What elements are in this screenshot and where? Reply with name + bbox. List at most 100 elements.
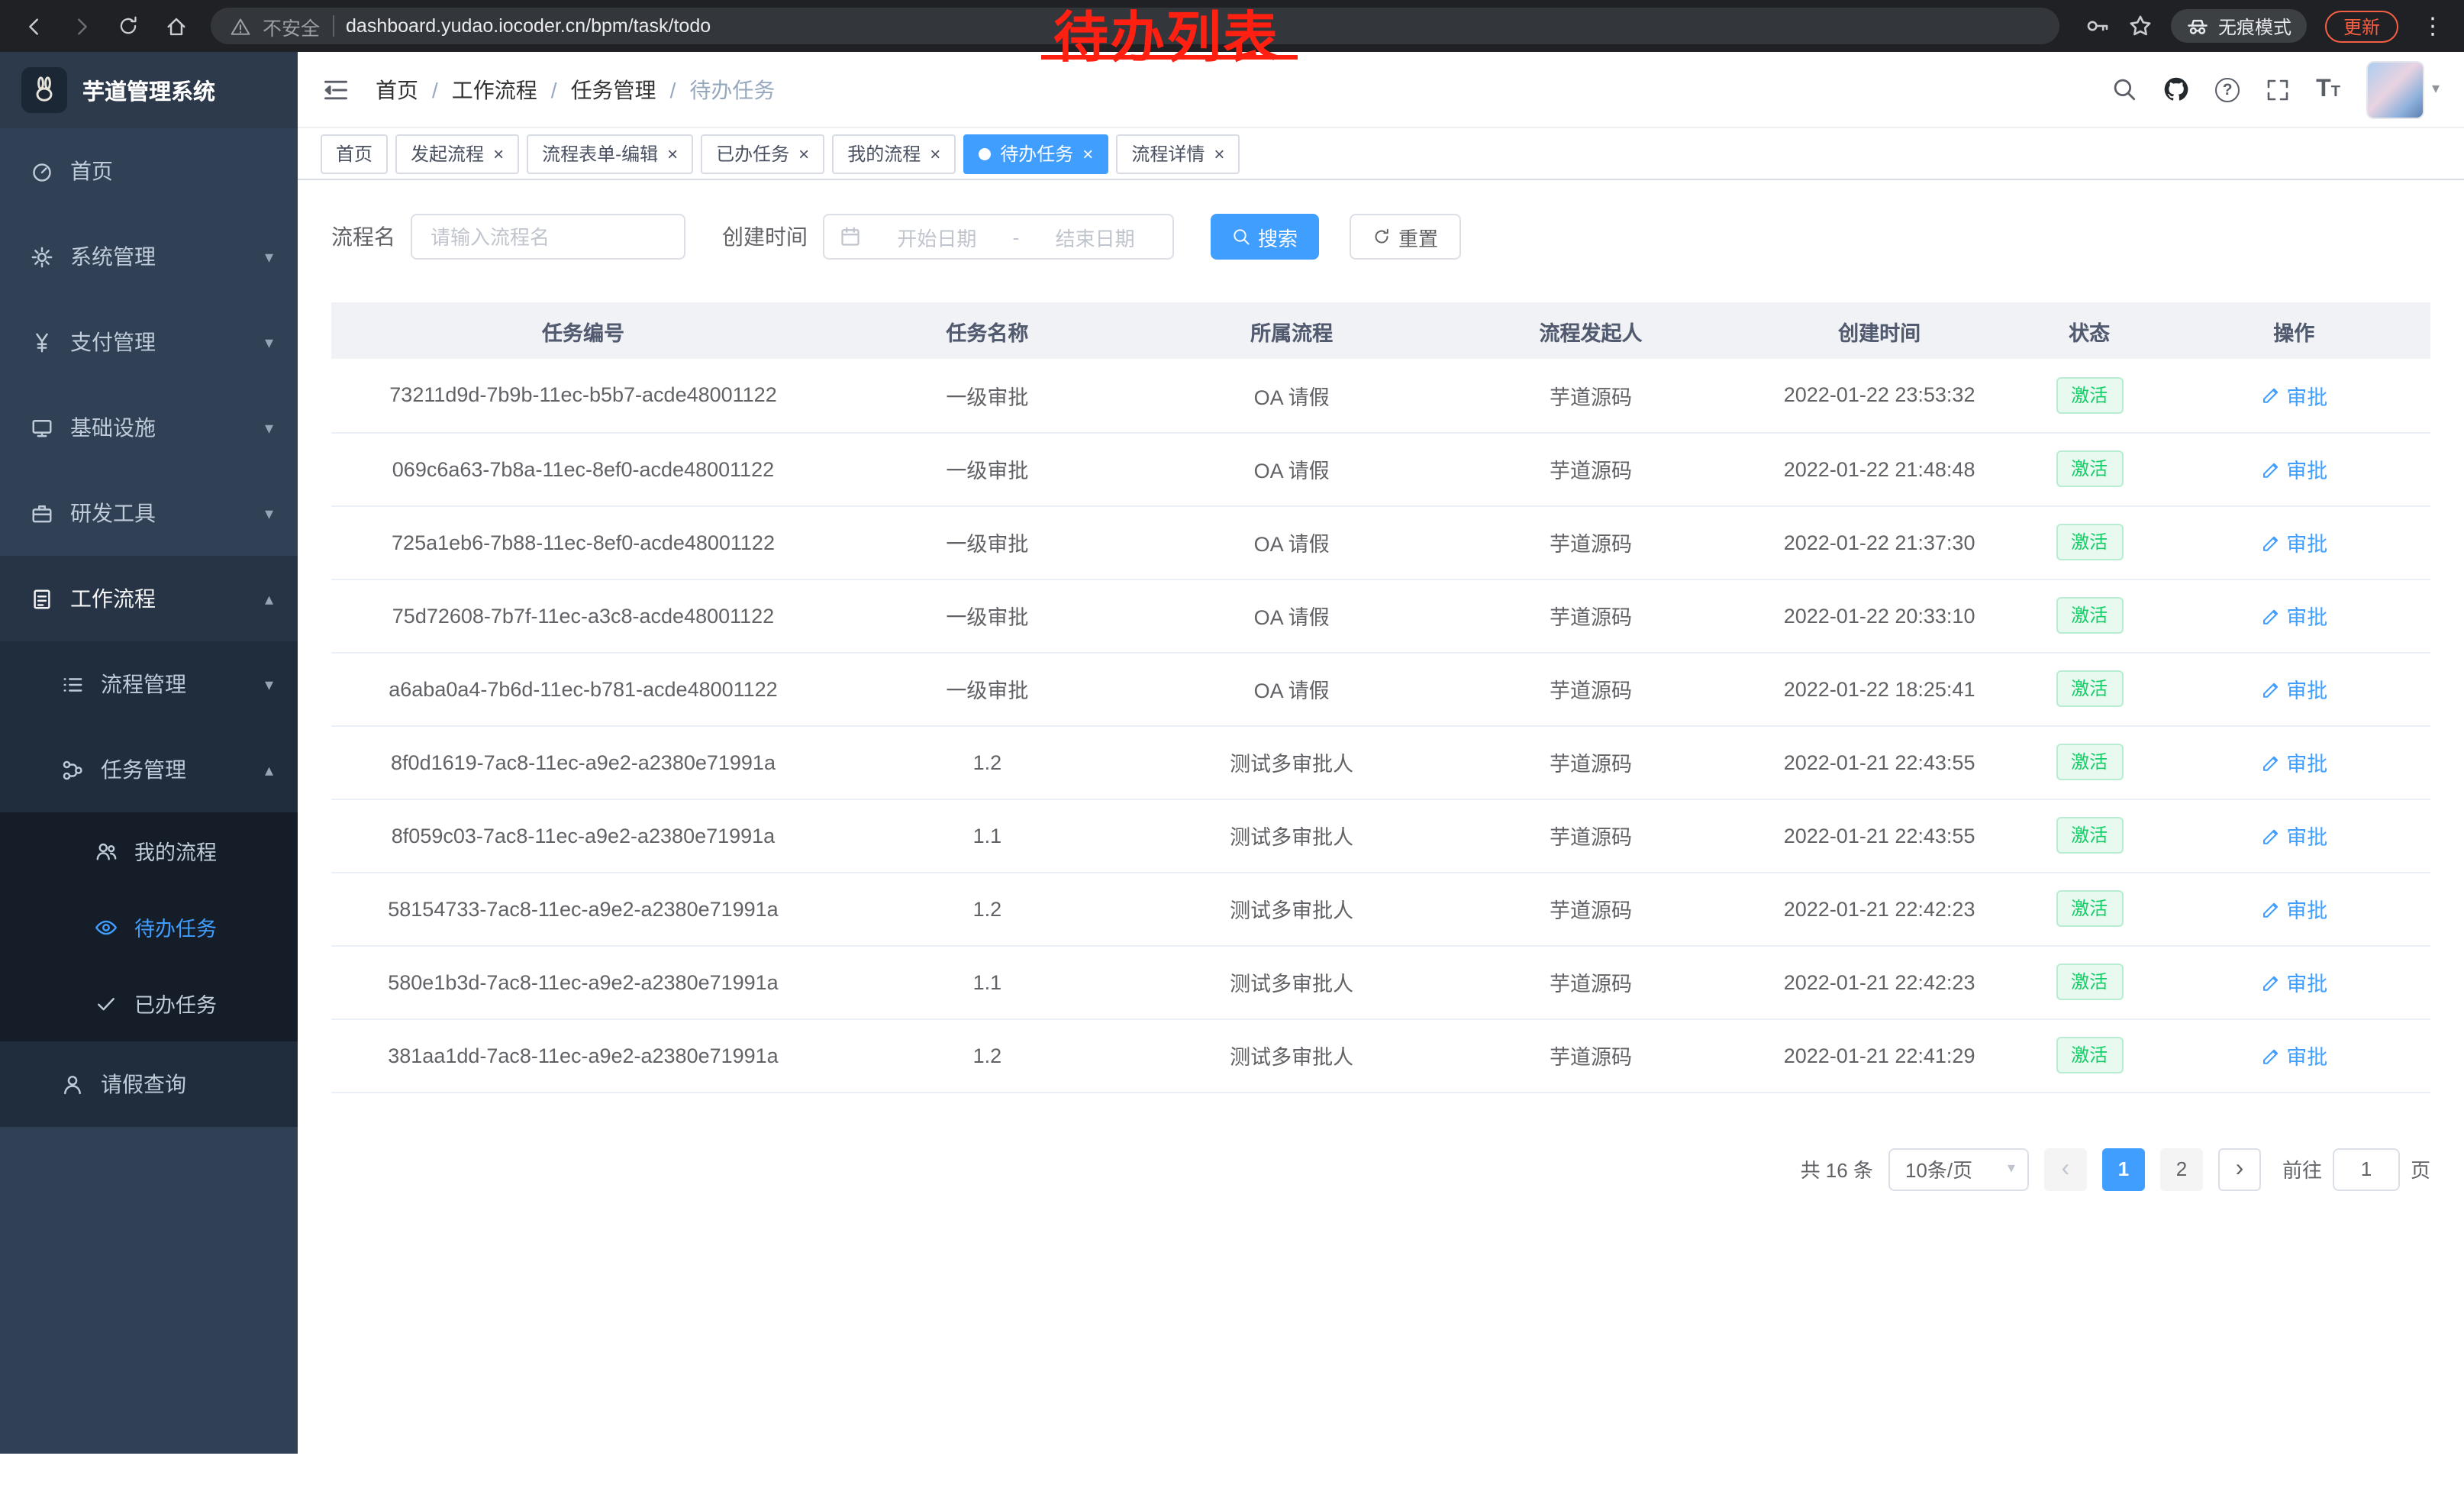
sidebar: 芋道管理系统 首页 系统管理 支付管理 基础设施 [0,52,298,1454]
sidebar-item-devtools[interactable]: 研发工具 [0,470,298,556]
collapse-sidebar-icon[interactable] [322,76,350,103]
tab-done-task[interactable]: 已办任务 [701,134,824,173]
breadcrumb-home[interactable]: 首页 [376,74,418,105]
edit-icon [2260,899,2280,918]
sidebar-item-payment[interactable]: 支付管理 [0,299,298,385]
table-row: 580e1b3d-7ac8-11ec-a9e2-a2380e71991a1.1测… [331,945,2430,1018]
approve-link[interactable]: 审批 [2260,380,2327,411]
process-name-label: 流程名 [331,221,395,252]
eye-icon [95,915,118,938]
forward-icon[interactable] [63,8,99,44]
tab-todo-task[interactable]: 待办任务 [963,134,1108,173]
col-status: 状态 [2021,302,2158,359]
status-badge: 激活 [2056,670,2123,707]
annotation-todo-list: 待办列表 [1053,11,1279,66]
close-icon[interactable] [493,144,504,163]
breadcrumb-task-management[interactable]: 任务管理 [571,74,656,105]
person-icon [61,1073,84,1096]
page-button-2[interactable]: 2 [2160,1148,2203,1190]
prev-page-button[interactable] [2044,1148,2087,1190]
reset-button[interactable]: 重置 [1350,214,1461,260]
incognito-badge[interactable]: 无痕模式 [2171,9,2307,43]
col-created: 创建时间 [1738,302,2021,359]
refresh-icon[interactable] [110,8,147,44]
sidebar-item-done-task[interactable]: 已办任务 [0,965,298,1041]
screen: 不安全 dashboard.yudao.iocoder.cn/bpm/task/… [0,0,2464,1501]
fullscreen-icon[interactable] [2266,77,2290,102]
sidebar-item-label: 我的流程 [134,835,217,866]
avatar[interactable] [2366,60,2424,118]
approve-link[interactable]: 审批 [2260,967,2327,997]
sidebar-item-my-process[interactable]: 我的流程 [0,812,298,889]
todo-task-table: 任务编号 任务名称 所属流程 流程发起人 创建时间 状态 操作 73211d9d… [331,302,2430,1093]
app-title: 芋道管理系统 [82,74,215,106]
approve-link[interactable]: 审批 [2260,820,2327,851]
home-icon[interactable] [157,8,194,44]
page-button-1[interactable]: 1 [2102,1148,2145,1190]
edit-icon [2260,605,2280,625]
sidebar-item-task-management[interactable]: 任务管理 [0,727,298,812]
security-label: 不安全 [263,11,320,40]
update-button[interactable]: 更新 [2325,10,2398,42]
search-icon [1232,228,1250,246]
next-page-button[interactable] [2218,1148,2261,1190]
sidebar-item-label: 工作流程 [70,583,156,614]
process-name-input[interactable] [411,214,685,260]
sidebar-item-system[interactable]: 系统管理 [0,214,298,299]
sidebar-item-todo-task[interactable]: 待办任务 [0,889,298,965]
list-icon [61,673,84,696]
sidebar-item-label: 流程管理 [101,669,186,699]
incognito-icon [2186,15,2209,37]
bookmark-star-icon[interactable] [2128,14,2153,38]
status-badge: 激活 [2056,744,2123,780]
close-icon[interactable] [667,144,678,163]
rabbit-icon [31,76,58,104]
workflow-icon [31,587,53,610]
approve-link[interactable]: 审批 [2260,454,2327,484]
table-row: 8f0d1619-7ac8-11ec-a9e2-a2380e71991a1.2测… [331,725,2430,799]
font-size-icon[interactable] [2316,76,2340,103]
edit-icon [2260,532,2280,552]
approve-link[interactable]: 审批 [2260,893,2327,924]
page-size-select[interactable]: 10条/页 [1888,1148,2029,1190]
close-icon[interactable] [798,144,809,163]
key-icon[interactable] [2085,14,2110,38]
sidebar-item-leave-query[interactable]: 请假查询 [0,1041,298,1127]
approve-link[interactable]: 审批 [2260,527,2327,557]
tab-home[interactable]: 首页 [321,134,388,173]
search-icon[interactable] [2111,76,2137,102]
status-badge: 激活 [2056,597,2123,634]
help-icon[interactable] [2215,77,2240,102]
sidebar-item-process-management[interactable]: 流程管理 [0,641,298,727]
close-icon[interactable] [1214,144,1224,163]
close-icon[interactable] [1082,144,1093,163]
approve-link[interactable]: 审批 [2260,1040,2327,1070]
approve-link[interactable]: 审批 [2260,747,2327,777]
tab-form-edit[interactable]: 流程表单-编辑 [527,134,693,173]
sidebar-item-infrastructure[interactable]: 基础设施 [0,385,298,470]
status-badge: 激活 [2056,890,2123,927]
top-navbar: 首页 / 工作流程 / 任务管理 / 待办任务 [298,52,2464,128]
app-logo[interactable]: 芋道管理系统 [0,52,298,128]
goto-page-input[interactable] [2333,1148,2400,1190]
approve-link[interactable]: 审批 [2260,600,2327,631]
breadcrumb-workflow[interactable]: 工作流程 [452,74,537,105]
close-icon[interactable] [930,144,940,163]
sidebar-item-workflow[interactable]: 工作流程 [0,556,298,641]
sidebar-item-label: 请假查询 [101,1069,186,1099]
approve-link[interactable]: 审批 [2260,673,2327,704]
user-menu[interactable] [2366,60,2440,118]
tab-my-process[interactable]: 我的流程 [832,134,956,173]
sidebar-item-home[interactable]: 首页 [0,128,298,214]
search-button[interactable]: 搜索 [1211,214,1319,260]
edit-icon [2260,825,2280,845]
tab-process-detail[interactable]: 流程详情 [1116,134,1240,173]
github-icon[interactable] [2163,76,2189,102]
date-range-picker[interactable]: 开始日期 - 结束日期 [823,214,1174,260]
browser-menu-icon[interactable]: ⋮ [2417,12,2449,40]
page-content: 流程名 创建时间 开始日期 - 结束日期 搜索 [298,180,2464,1454]
back-icon[interactable] [15,8,52,44]
tab-start-process[interactable]: 发起流程 [395,134,519,173]
refresh-icon [1372,228,1391,246]
incognito-label: 无痕模式 [2218,13,2291,39]
